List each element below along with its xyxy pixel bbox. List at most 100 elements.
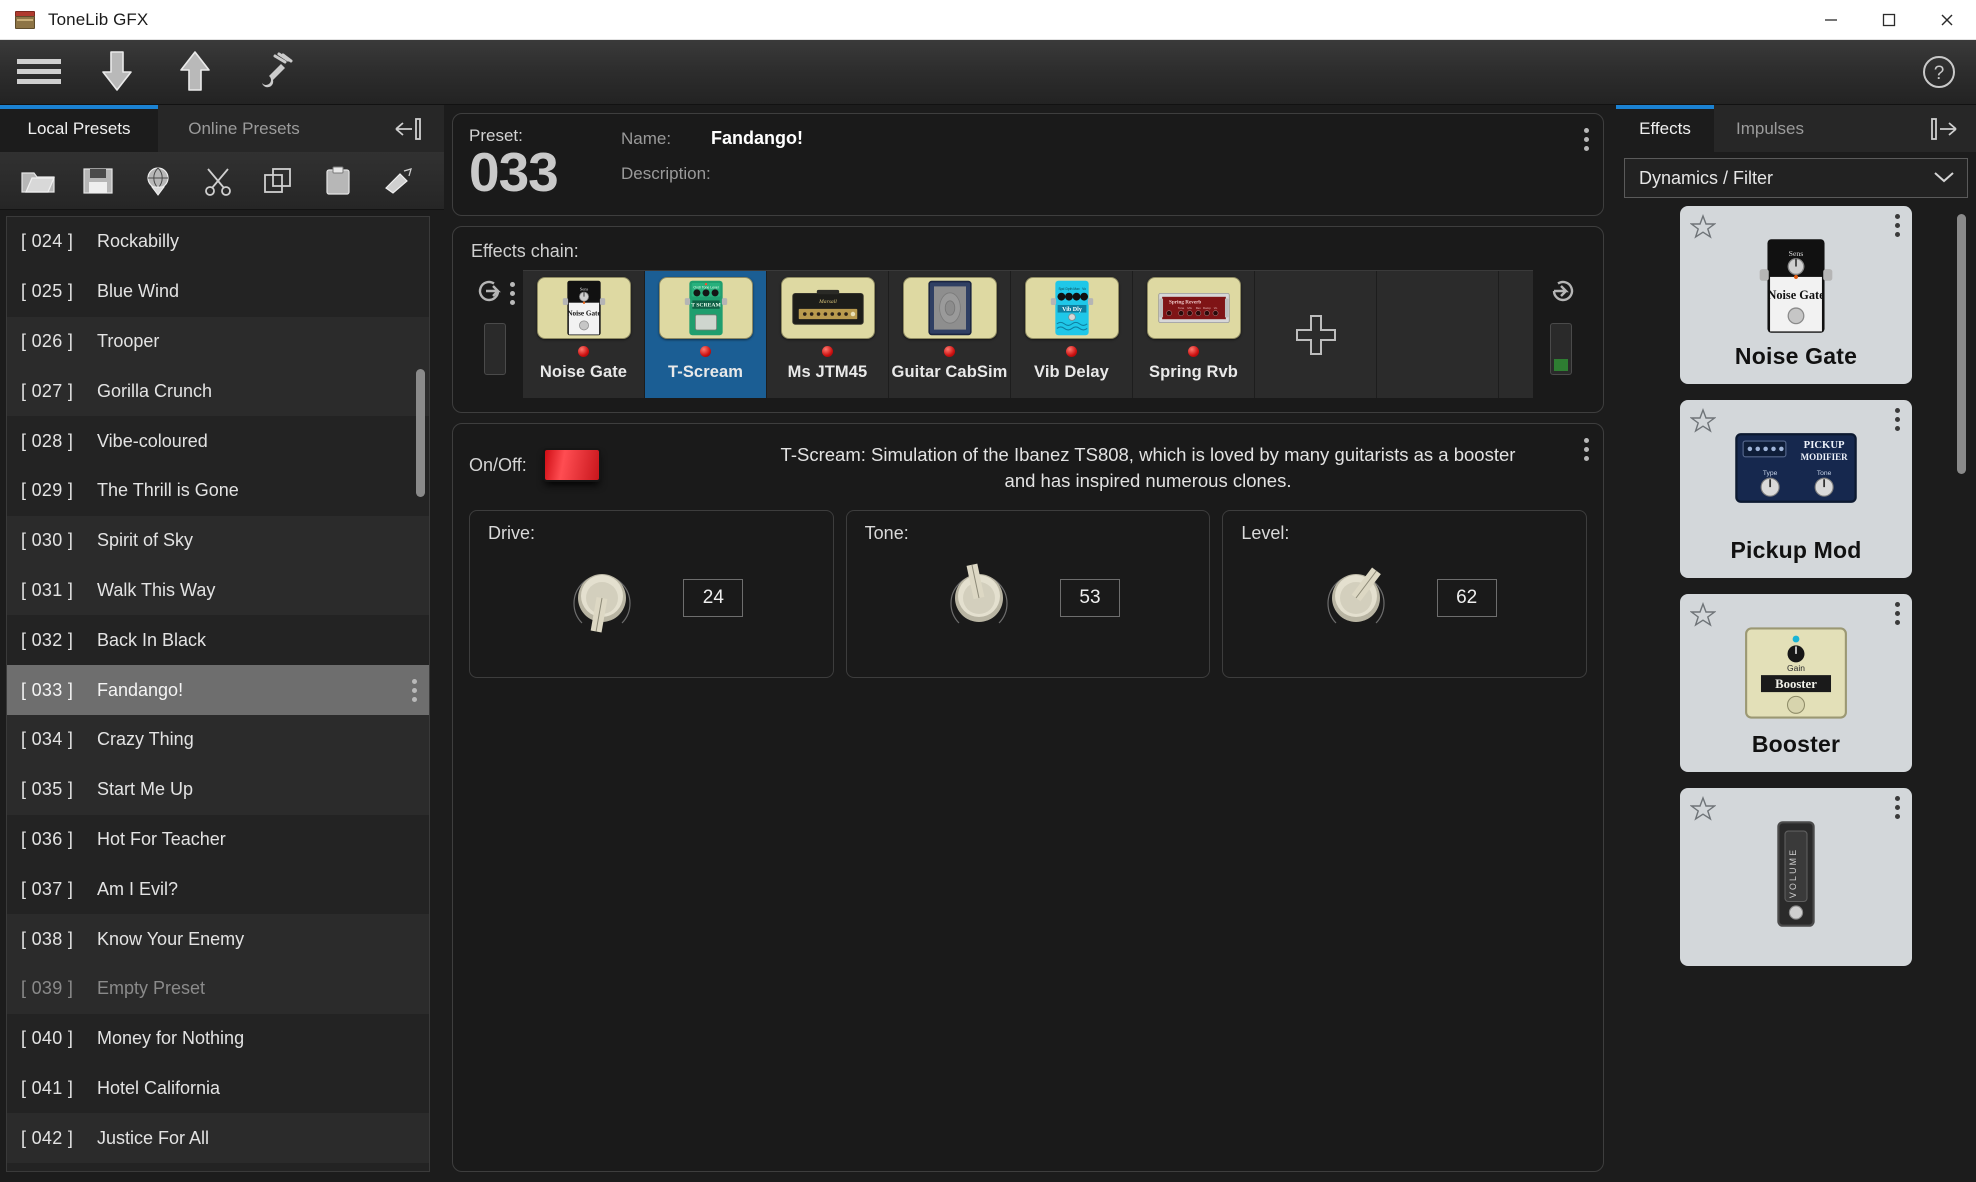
knob-value-field[interactable]: 53 bbox=[1060, 579, 1120, 617]
preset-list-item[interactable]: [ 035 ] Start Me Up bbox=[7, 764, 429, 815]
tab-local-presets[interactable]: Local Presets bbox=[0, 105, 158, 152]
signal-output-icon[interactable] bbox=[1546, 276, 1576, 311]
chain-empty-slot[interactable] bbox=[1377, 271, 1499, 398]
upload-arrow-icon[interactable] bbox=[156, 40, 234, 105]
tab-effects[interactable]: Effects bbox=[1616, 105, 1714, 152]
effect-onoff-toggle[interactable] bbox=[542, 448, 601, 482]
preset-list-item[interactable]: [ 038 ] Know Your Enemy bbox=[7, 914, 429, 964]
preset-list-item[interactable]: [ 040 ] Money for Nothing bbox=[7, 1013, 429, 1064]
effect-card-kebab-menu-icon[interactable] bbox=[1895, 214, 1900, 237]
effect-card-kebab-menu-icon[interactable] bbox=[1895, 602, 1900, 625]
tab-online-presets[interactable]: Online Presets bbox=[158, 105, 330, 152]
output-level-fader[interactable] bbox=[1550, 323, 1572, 375]
preset-list-item[interactable]: [ 029 ] The Thrill is Gone bbox=[7, 465, 429, 516]
minimize-button[interactable] bbox=[1802, 0, 1860, 40]
tuner-fork-icon[interactable] bbox=[234, 40, 312, 105]
preset-item-name: Back In Black bbox=[97, 629, 207, 650]
favorite-star-icon[interactable] bbox=[1689, 214, 1717, 245]
preset-list-item[interactable]: [ 031 ] Walk This Way bbox=[7, 565, 429, 616]
preset-list-item[interactable]: [ 026 ] Trooper bbox=[7, 316, 429, 367]
tab-impulses[interactable]: Impulses bbox=[1714, 105, 1826, 152]
chain-add-slot-button[interactable] bbox=[1255, 271, 1377, 398]
preset-list-item[interactable]: [ 030 ] Spirit of Sky bbox=[7, 515, 429, 566]
favorite-star-icon[interactable] bbox=[1689, 408, 1717, 439]
effect-card-thumbnail: Gain Booster bbox=[1744, 626, 1848, 725]
preset-list-scrollbar[interactable] bbox=[416, 369, 425, 497]
preset-list-item[interactable]: [ 033 ] Fandango! bbox=[7, 665, 429, 715]
preset-list-item[interactable]: [ 039 ] Empty Preset bbox=[7, 963, 429, 1014]
chain-slot[interactable]: Sens Noise Gate Noise Gate bbox=[523, 271, 645, 398]
copy-icon[interactable] bbox=[248, 152, 308, 210]
effect-card[interactable]: Gain Booster Booster bbox=[1680, 594, 1912, 772]
knob-value-field[interactable]: 62 bbox=[1436, 579, 1497, 617]
knob-dial[interactable] bbox=[1313, 555, 1399, 641]
svg-text:MODIFIER: MODIFIER bbox=[1801, 452, 1849, 462]
effect-card[interactable]: VOLUME bbox=[1680, 788, 1912, 966]
preset-rows: [ 024 ] Rockabilly [ 025 ] Blue Wind [ 026 ]… bbox=[7, 217, 429, 1164]
chain-slot[interactable]: Ovdr Tone Level T SCREAM T-Scream bbox=[645, 271, 767, 398]
maximize-button[interactable] bbox=[1860, 0, 1918, 40]
preset-list-item[interactable]: [ 042 ] Justice For All bbox=[7, 1113, 429, 1164]
preset-list-item[interactable]: [ 027 ] Gorilla Crunch bbox=[7, 366, 429, 417]
effect-card-thumbnail: Sens Noise Gate bbox=[1757, 238, 1835, 339]
knob-value-field[interactable]: 24 bbox=[683, 579, 744, 617]
preset-list-item[interactable]: [ 041 ] Hotel California bbox=[7, 1063, 429, 1114]
chain-slot-led-icon bbox=[944, 346, 955, 357]
chain-slot[interactable]: Marsall Ms JTM45 bbox=[767, 271, 889, 398]
knob-label: Tone: bbox=[864, 523, 909, 543]
preset-item-kebab-menu-icon[interactable] bbox=[399, 678, 429, 702]
app-window: ToneLib GFX ? Local Presets Online Prese… bbox=[0, 0, 1976, 1182]
preset-list-item[interactable]: [ 024 ] Rockabilly bbox=[7, 217, 429, 267]
download-arrow-icon[interactable] bbox=[78, 40, 156, 105]
collapse-left-icon[interactable] bbox=[330, 105, 444, 152]
effect-card-kebab-menu-icon[interactable] bbox=[1895, 796, 1900, 819]
effect-card-kebab-menu-icon[interactable] bbox=[1895, 408, 1900, 431]
effects-category-dropdown[interactable]: Dynamics / Filter bbox=[1624, 158, 1968, 198]
preset-header: Preset: 033 Name: Fandango! Description: bbox=[452, 113, 1604, 216]
effect-card-thumbnail: PICKUP MODIFIER Type Tone bbox=[1734, 432, 1858, 509]
favorite-star-icon[interactable] bbox=[1689, 796, 1717, 827]
preset-name-value[interactable]: Fandango! bbox=[711, 128, 803, 149]
effects-list-scrollbar[interactable] bbox=[1957, 214, 1966, 474]
chain-input-kebab-menu-icon[interactable] bbox=[509, 282, 515, 305]
paste-icon[interactable] bbox=[308, 152, 368, 210]
effects-card-list[interactable]: Sens Noise Gate Noise Gate PICKUP MODIFIER Ty… bbox=[1624, 206, 1968, 1182]
chain-slot[interactable]: Spd Dpth Max Vo Vib Dly Vib Delay bbox=[1011, 271, 1133, 398]
preset-list-item[interactable]: [ 036 ] Hot For Teacher bbox=[7, 814, 429, 865]
chain-slot[interactable]: Guitar CabSim bbox=[889, 271, 1011, 398]
cut-icon[interactable] bbox=[188, 152, 248, 210]
input-level-fader[interactable] bbox=[484, 323, 506, 375]
preset-list-item[interactable]: [ 037 ] Am I Evil? bbox=[7, 864, 429, 915]
preset-item-name: Hot For Teacher bbox=[97, 828, 226, 849]
hamburger-menu-icon[interactable] bbox=[0, 40, 78, 105]
preset-item-name: Empty Preset bbox=[97, 978, 206, 999]
knob-dial[interactable] bbox=[936, 555, 1022, 641]
preset-list-item[interactable]: [ 028 ] Vibe-coloured bbox=[7, 416, 429, 466]
effect-card[interactable]: PICKUP MODIFIER Type Tone Pickup Mod bbox=[1680, 400, 1912, 578]
chain-input-block bbox=[467, 270, 523, 398]
preset-header-kebab-menu-icon[interactable] bbox=[1584, 128, 1589, 151]
knob-dial[interactable] bbox=[559, 555, 645, 641]
preset-list-item[interactable]: [ 034 ] Crazy Thing bbox=[7, 714, 429, 765]
preset-list[interactable]: [ 024 ] Rockabilly [ 025 ] Blue Wind [ 026 ]… bbox=[6, 216, 430, 1172]
tab-local-presets-label: Local Presets bbox=[27, 118, 131, 138]
preset-item-number: [ 038 ] bbox=[21, 928, 74, 949]
help-question-icon[interactable]: ? bbox=[1902, 40, 1976, 105]
upload-globe-icon[interactable] bbox=[128, 152, 188, 210]
effect-card[interactable]: Sens Noise Gate Noise Gate bbox=[1680, 206, 1912, 384]
signal-input-icon[interactable] bbox=[476, 276, 506, 311]
effect-parameters-kebab-menu-icon[interactable] bbox=[1584, 438, 1589, 461]
preset-item-name: Spirit of Sky bbox=[97, 530, 194, 551]
svg-text:Booster: Booster bbox=[1775, 677, 1817, 691]
preset-list-item[interactable]: [ 025 ] Blue Wind bbox=[7, 266, 429, 317]
preset-list-item[interactable]: [ 032 ] Back In Black bbox=[7, 615, 429, 666]
chain-slot[interactable]: Spring Reverb Tone Mix Rev Damp Vo Spring Rvb bbox=[1133, 271, 1255, 398]
favorite-star-icon[interactable] bbox=[1689, 602, 1717, 633]
preset-item-number: [ 026 ] bbox=[21, 330, 74, 351]
expand-right-icon[interactable] bbox=[1826, 105, 1976, 152]
preset-item-name: Walk This Way bbox=[97, 579, 216, 600]
save-preset-icon[interactable] bbox=[68, 152, 128, 210]
open-folder-icon[interactable] bbox=[8, 152, 68, 210]
clear-icon[interactable] bbox=[368, 152, 428, 210]
close-button[interactable] bbox=[1918, 0, 1976, 40]
